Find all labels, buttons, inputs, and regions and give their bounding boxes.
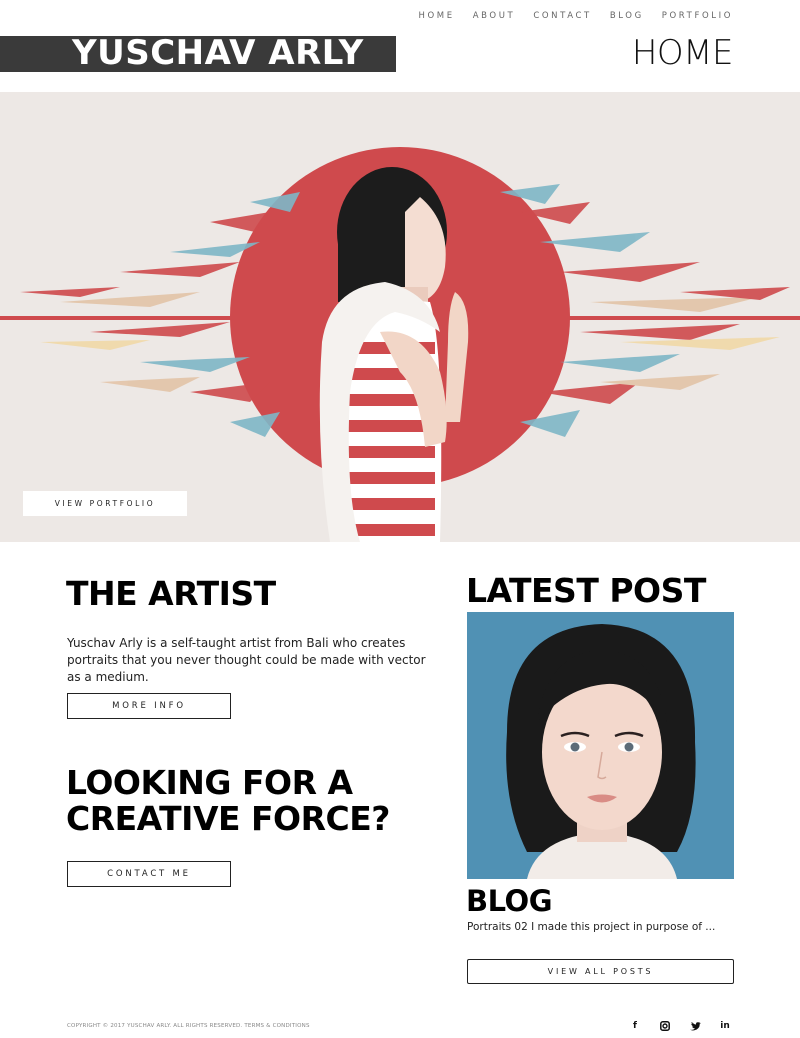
instagram-icon[interactable] <box>650 1019 680 1033</box>
page-title: HOME <box>631 33 734 73</box>
facebook-icon[interactable]: f <box>620 1019 650 1033</box>
view-all-posts-button[interactable]: VIEW ALL POSTS <box>467 959 734 984</box>
nav-link-about[interactable]: ABOUT <box>473 11 516 21</box>
twitter-icon[interactable] <box>680 1019 710 1033</box>
blog-excerpt: Portraits 02 I made this project in purp… <box>467 921 716 933</box>
latest-post-image[interactable] <box>467 612 734 879</box>
nav-link-contact[interactable]: CONTACT <box>533 11 592 21</box>
site-logo[interactable]: YUSCHAV ARLY <box>72 33 364 73</box>
more-info-button[interactable]: MORE INFO <box>67 693 231 719</box>
artist-description: Yuschav Arly is a self-taught artist fro… <box>67 636 426 684</box>
latest-post-heading: LATEST POST <box>466 571 706 610</box>
hero-section: VIEW PORTFOLIO <box>0 92 800 542</box>
top-navigation: HOME ABOUT CONTACT BLOG PORTFOLIO <box>401 11 733 21</box>
blog-heading: BLOG <box>466 884 553 918</box>
linkedin-icon[interactable]: in <box>710 1019 740 1033</box>
nav-link-blog[interactable]: BLOG <box>610 11 644 21</box>
nav-link-home[interactable]: HOME <box>419 11 455 21</box>
artist-heading: THE ARTIST <box>66 574 276 613</box>
social-links: f in <box>620 1019 740 1033</box>
nav-link-portfolio[interactable]: PORTFOLIO <box>662 11 733 21</box>
twitter-glyph <box>689 1021 701 1031</box>
creative-heading: LOOKING FOR A CREATIVE FORCE? <box>66 763 390 838</box>
contact-me-button[interactable]: CONTACT ME <box>67 861 231 887</box>
portrait-illustration <box>467 612 734 879</box>
page-title-text: HOME <box>631 33 734 73</box>
hero-artwork <box>0 147 800 542</box>
instagram-glyph <box>660 1021 670 1031</box>
footer-copyright: COPYRIGHT © 2017 YUSCHAV ARLY. ALL RIGHT… <box>67 1023 310 1029</box>
view-portfolio-button[interactable]: VIEW PORTFOLIO <box>23 491 187 516</box>
